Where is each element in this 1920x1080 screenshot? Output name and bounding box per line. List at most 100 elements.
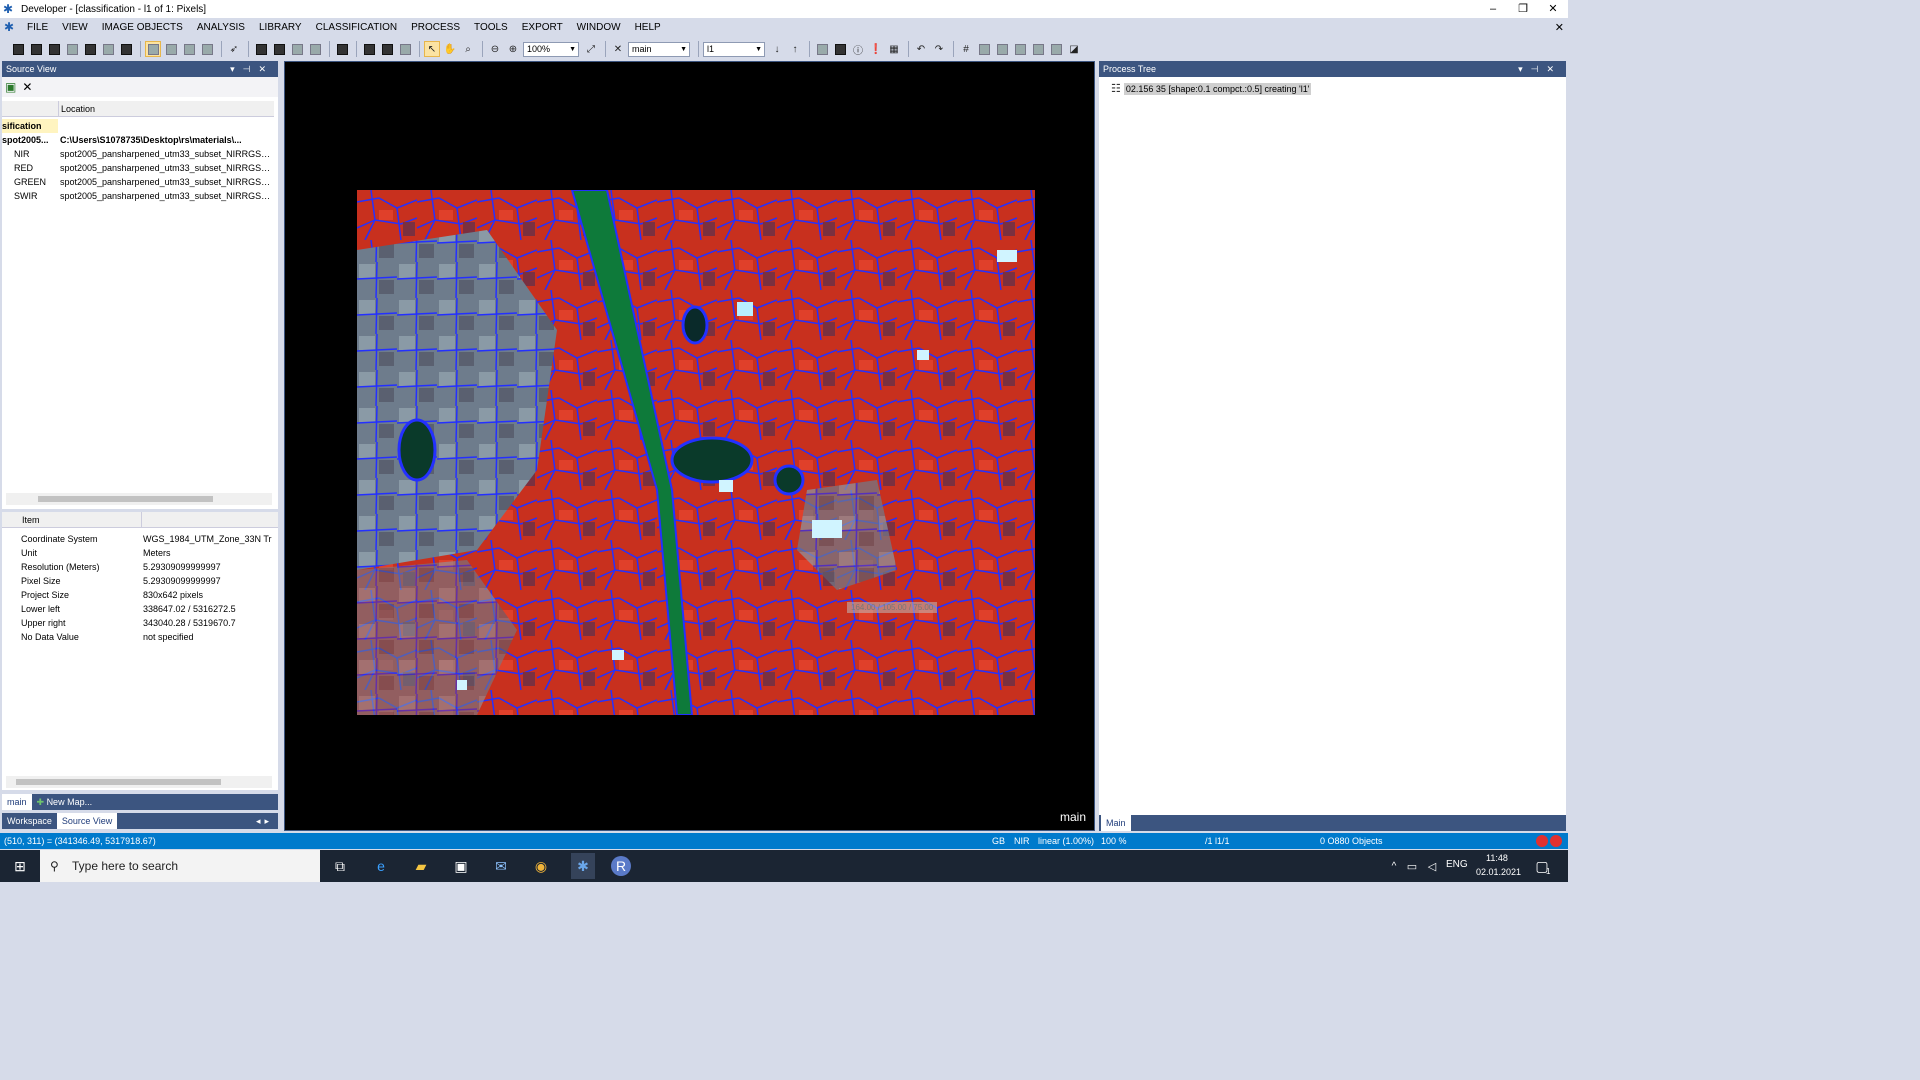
tab-new-map[interactable]: ✚ New Map... <box>32 794 98 810</box>
panel-controls[interactable]: ▾⊣✕ <box>1518 61 1562 77</box>
new-project-icon[interactable] <box>10 41 26 57</box>
class-icon[interactable] <box>163 41 179 57</box>
delete-level-icon[interactable]: ✕ <box>610 41 626 57</box>
new-workspace-icon[interactable] <box>64 41 80 57</box>
list-item[interactable]: spot2005... C:\Users\S1078735\Desktop\rs\… <box>2 133 274 147</box>
tab-main-process[interactable]: Main <box>1101 815 1131 831</box>
store-icon[interactable]: ▣ <box>451 856 471 876</box>
zoom-select[interactable]: 100% ▼ <box>523 41 579 57</box>
draw-polygon-icon[interactable] <box>1030 41 1046 57</box>
doc-close-icon[interactable]: ✕ <box>1555 21 1564 34</box>
view-samples-icon[interactable] <box>289 41 305 57</box>
zoom-out-icon[interactable]: ⊖ <box>487 41 503 57</box>
item-col[interactable]: Item <box>22 512 40 528</box>
classify-icon[interactable] <box>1012 41 1028 57</box>
list-item[interactable]: sification <box>2 119 58 133</box>
menu-export[interactable]: EXPORT <box>515 19 570 37</box>
close-button[interactable]: ✕ <box>1538 0 1568 18</box>
list-item[interactable]: SWIR spot2005_pansharpened_utm33_subset_N… <box>2 189 274 203</box>
chrome-icon[interactable]: ◉ <box>531 856 551 876</box>
network-icon[interactable]: ▭ <box>1402 856 1422 876</box>
tab-workspace[interactable]: Workspace <box>2 813 57 829</box>
merge-icon[interactable] <box>994 41 1010 57</box>
manual-edit-icon[interactable]: # <box>958 41 974 57</box>
view-layer-icon[interactable] <box>253 41 269 57</box>
menu-classification[interactable]: CLASSIFICATION <box>309 19 405 37</box>
location-col[interactable]: Location <box>58 101 95 116</box>
view-classification-icon[interactable] <box>271 41 287 57</box>
zoom-in-icon[interactable]: ⊕ <box>505 41 521 57</box>
view-outlines-icon[interactable] <box>307 41 323 57</box>
clock-date[interactable]: 02.01.2021 <box>1476 867 1521 877</box>
mail-icon[interactable]: ✉ <box>491 856 511 876</box>
undo-icon[interactable]: ↶ <box>913 41 929 57</box>
save-project-icon[interactable] <box>46 41 62 57</box>
open-project-icon[interactable] <box>28 41 44 57</box>
redo-icon[interactable]: ↷ <box>931 41 947 57</box>
edit-layer-icon[interactable] <box>145 41 161 57</box>
menu-help[interactable]: HELP <box>628 19 668 37</box>
sample-icon[interactable] <box>181 41 197 57</box>
clock-time[interactable]: 11:48 <box>1486 853 1508 863</box>
tab-main[interactable]: main <box>2 794 32 810</box>
panel-controls[interactable]: ▾⊣✕ <box>230 61 274 77</box>
menu-view[interactable]: VIEW <box>55 19 95 37</box>
file-explorer-icon[interactable]: ▰ <box>411 856 431 876</box>
menu-tools[interactable]: TOOLS <box>467 19 515 37</box>
show-skeleton-icon[interactable] <box>397 41 413 57</box>
zoom-fit-icon[interactable]: ⤢ <box>583 41 599 57</box>
menu-process[interactable]: PROCESS <box>404 19 467 37</box>
menu-analysis[interactable]: ANALYSIS <box>190 19 252 37</box>
show-objects-icon[interactable] <box>361 41 377 57</box>
menu-image-objects[interactable]: IMAGE OBJECTS <box>95 19 190 37</box>
select-tool-icon[interactable]: ↖ <box>424 41 440 57</box>
restore-button[interactable]: ❐ <box>1508 0 1538 18</box>
menu-library[interactable]: LIBRARY <box>252 19 309 37</box>
map-viewer[interactable]: 164.00 / 105.00 / 75.00 main <box>284 61 1095 831</box>
list-item[interactable]: RED spot2005_pansharpened_utm33_subset_NI… <box>2 161 274 175</box>
app-menu-icon[interactable]: ✱ <box>4 20 20 36</box>
tray-up-icon[interactable]: ^ <box>1384 856 1404 876</box>
map-select[interactable]: main ▼ <box>628 41 690 57</box>
open-workspace-icon[interactable] <box>82 41 98 57</box>
cursor-mode-icon[interactable]: ➶ <box>226 41 242 57</box>
volume-icon[interactable]: ◁ <box>1422 856 1442 876</box>
table-icon[interactable] <box>832 41 848 57</box>
remove-source-icon[interactable]: ✕ <box>22 80 32 94</box>
ecognition-icon[interactable]: ✱ <box>571 853 595 879</box>
grid-icon[interactable]: ▦ <box>886 41 902 57</box>
help-icon[interactable]: ❗ <box>868 41 884 57</box>
tab-scroll-arrows[interactable]: ◂▸ <box>251 813 278 829</box>
export-icon[interactable] <box>118 41 134 57</box>
save-thematic-icon[interactable] <box>1048 41 1064 57</box>
edge-icon[interactable]: e <box>371 856 391 876</box>
info-scrollbar[interactable] <box>6 776 272 788</box>
zoom-area-icon[interactable]: ⌕ <box>460 41 476 57</box>
pan-tool-icon[interactable]: ✋ <box>442 41 458 57</box>
segmented-image[interactable]: 164.00 / 105.00 / 75.00 <box>357 190 1035 715</box>
source-scrollbar[interactable] <box>6 493 272 505</box>
cut-object-icon[interactable] <box>976 41 992 57</box>
tab-source-view[interactable]: Source View <box>56 813 118 829</box>
menu-file[interactable]: FILE <box>20 19 55 37</box>
list-item[interactable]: GREEN spot2005_pansharpened_utm33_subset_… <box>2 175 274 189</box>
image-layers-icon[interactable] <box>334 41 350 57</box>
list-item[interactable]: NIR spot2005_pansharpened_utm33_subset_NI… <box>2 147 274 161</box>
info-icon[interactable]: ⓘ <box>850 41 866 57</box>
r-app-icon[interactable]: R <box>611 856 631 876</box>
add-source-icon[interactable]: ▣ <box>5 80 16 94</box>
window-icon[interactable] <box>814 41 830 57</box>
taskbar-search[interactable]: ⚲ Type here to search <box>40 850 320 882</box>
process-node[interactable]: ☷ 02.156 35 [shape:0.1 compct.:0.5] crea… <box>1111 82 1312 95</box>
menu-window[interactable]: WINDOW <box>570 19 628 37</box>
level-up-icon[interactable]: ↑ <box>787 41 803 57</box>
task-view-icon[interactable]: ⧉ <box>330 856 350 876</box>
level-down-icon[interactable]: ↓ <box>769 41 785 57</box>
show-polygons-icon[interactable] <box>379 41 395 57</box>
language-indicator[interactable]: ENG <box>1446 859 1468 870</box>
feature-icon[interactable] <box>199 41 215 57</box>
windows-start-icon[interactable]: ⊞ <box>10 856 30 876</box>
close-tools-icon[interactable]: ◪ <box>1066 41 1082 57</box>
save-workspace-icon[interactable] <box>100 41 116 57</box>
level-select[interactable]: l1 ▼ <box>703 41 765 57</box>
